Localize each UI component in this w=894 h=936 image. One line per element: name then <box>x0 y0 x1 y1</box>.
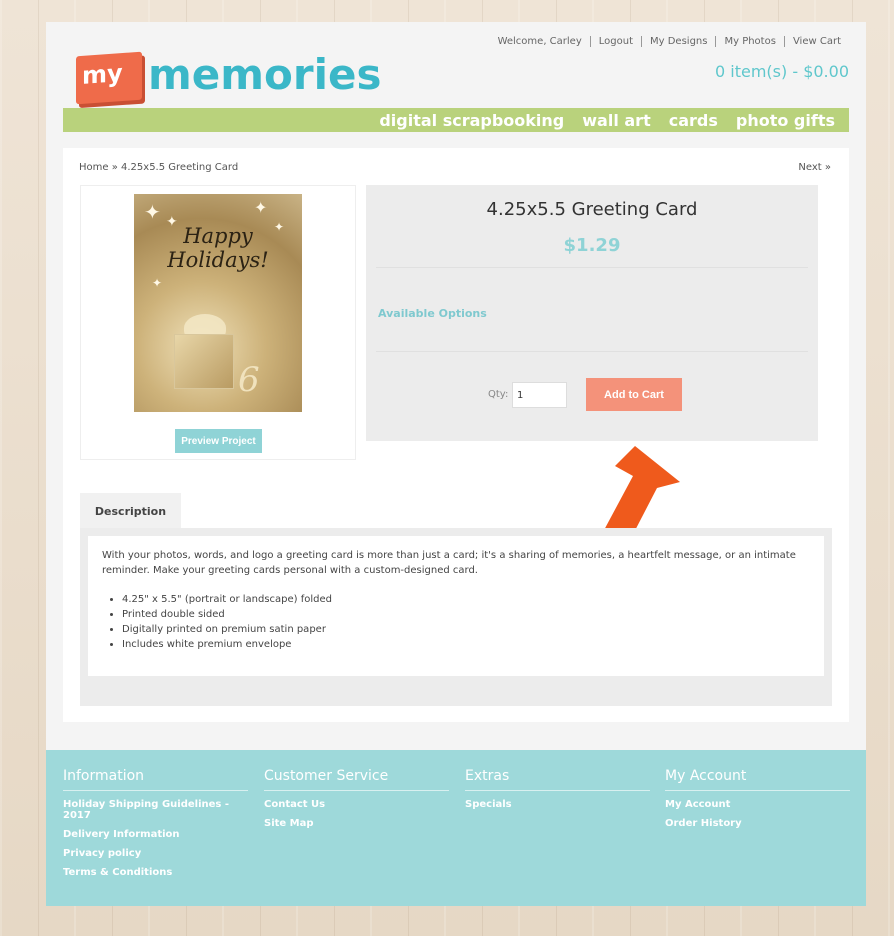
footer-column-extras: Extras Specials <box>465 768 650 818</box>
footer-link[interactable]: Holiday Shipping Guidelines - 2017 <box>63 799 248 821</box>
footer-heading: My Account <box>665 768 850 791</box>
cart-summary[interactable]: 0 item(s) - $0.00 <box>715 62 849 81</box>
nav-wall-art[interactable]: wall art <box>582 111 650 130</box>
card-greeting-text: Happy Holidays! <box>167 224 269 272</box>
footer: Information Holiday Shipping Guidelines … <box>46 750 866 906</box>
logo-book-icon: my <box>76 51 142 105</box>
product-title: 4.25x5.5 Greeting Card <box>486 199 698 220</box>
tab-description[interactable]: Description <box>80 493 181 529</box>
add-to-cart-button[interactable]: Add to Cart <box>586 378 682 411</box>
my-designs-link[interactable]: My Designs <box>641 36 715 47</box>
footer-column-my-account: My Account My Account Order History <box>665 768 850 837</box>
footer-column-customer-service: Customer Service Contact Us Site Map <box>264 768 449 837</box>
footer-link[interactable]: My Account <box>665 799 850 810</box>
breadcrumb[interactable]: Home » 4.25x5.5 Greeting Card <box>79 162 238 173</box>
next-link[interactable]: Next » <box>798 162 831 173</box>
logo-wordmark: memories <box>148 50 382 99</box>
footer-link[interactable]: Delivery Information <box>63 829 248 840</box>
site-logo[interactable]: my memories <box>76 50 381 112</box>
product-price: $1.29 <box>563 235 621 256</box>
product-content: Home » 4.25x5.5 Greeting Card Next » ✦ ✦… <box>63 148 849 722</box>
list-item: Includes white premium envelope <box>122 637 810 652</box>
gift-box-shape <box>174 334 234 389</box>
footer-link[interactable]: Terms & Conditions <box>63 867 248 878</box>
footer-link[interactable]: Site Map <box>264 818 449 829</box>
qty-label: Qty: <box>488 389 509 400</box>
feature-list: 4.25" x 5.5" (portrait or landscape) fol… <box>102 592 810 652</box>
footer-link[interactable]: Privacy policy <box>63 848 248 859</box>
product-image-box: ✦ ✦ ✦ ✦ ✦ Happy Holidays! 6 Preview Proj… <box>80 185 356 460</box>
description-body: With your photos, words, and logo a gree… <box>88 536 824 676</box>
description-panel: With your photos, words, and logo a gree… <box>80 528 832 706</box>
nav-digital-scrapbooking[interactable]: digital scrapbooking <box>379 111 564 130</box>
divider <box>376 267 808 268</box>
list-item: Digitally printed on premium satin paper <box>122 622 810 637</box>
available-options-label[interactable]: Available Options <box>378 307 487 320</box>
card-ornament-shape: 6 <box>238 360 260 400</box>
preview-project-button[interactable]: Preview Project <box>175 429 262 453</box>
footer-column-information: Information Holiday Shipping Guidelines … <box>63 768 248 886</box>
product-info-box: 4.25x5.5 Greeting Card $1.29 Available O… <box>366 185 818 441</box>
footer-heading: Customer Service <box>264 768 449 791</box>
divider <box>376 351 808 352</box>
view-cart-link[interactable]: View Cart <box>783 36 849 47</box>
logo-badge-text: my <box>82 59 123 90</box>
logout-link[interactable]: Logout <box>589 36 641 47</box>
list-item: 4.25" x 5.5" (portrait or landscape) fol… <box>122 592 810 607</box>
footer-heading: Information <box>63 768 248 791</box>
footer-link[interactable]: Order History <box>665 818 850 829</box>
top-nav: Welcome, Carley Logout My Designs My Pho… <box>490 36 849 47</box>
main-nav: digital scrapbooking wall art cards phot… <box>63 108 849 132</box>
my-photos-link[interactable]: My Photos <box>715 36 783 47</box>
list-item: Printed double sided <box>122 607 810 622</box>
footer-link[interactable]: Specials <box>465 799 650 810</box>
footer-link[interactable]: Contact Us <box>264 799 449 810</box>
nav-cards[interactable]: cards <box>669 111 718 130</box>
qty-input[interactable] <box>512 382 567 408</box>
page-container: Welcome, Carley Logout My Designs My Pho… <box>46 22 866 906</box>
footer-heading: Extras <box>465 768 650 791</box>
product-image[interactable]: ✦ ✦ ✦ ✦ ✦ Happy Holidays! 6 <box>134 194 302 412</box>
nav-photo-gifts[interactable]: photo gifts <box>736 111 835 130</box>
welcome-text: Welcome, Carley <box>497 36 582 47</box>
description-paragraph: With your photos, words, and logo a gree… <box>102 550 796 576</box>
